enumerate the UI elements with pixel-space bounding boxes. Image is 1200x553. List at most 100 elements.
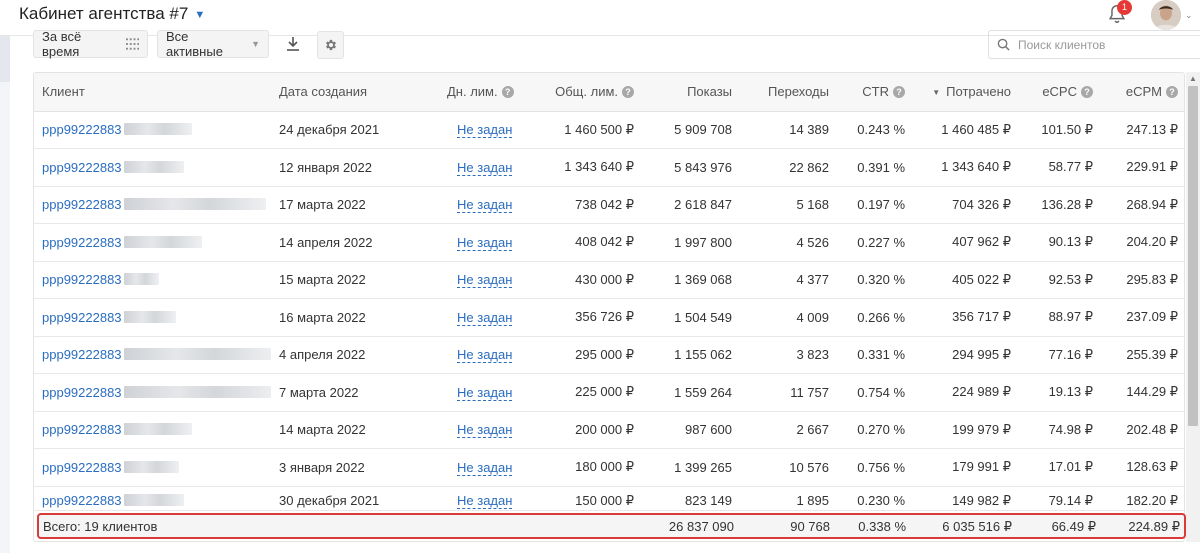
cell-value: 0.756 %	[857, 459, 905, 475]
cell-value: 1 343 640 ₽	[564, 159, 634, 175]
cell-value: 14 апреля 2022	[279, 234, 373, 250]
table-row[interactable]: ppp99222883 15 марта 2022 Не задан 430 000 …	[34, 261, 1184, 299]
col-clicks[interactable]: Переходы	[740, 73, 837, 112]
cell-value: 225 000 ₽	[575, 384, 634, 400]
redacted-client-name	[123, 123, 192, 136]
client-link[interactable]: ppp99222883	[42, 197, 122, 212]
table-row[interactable]: ppp99222883 7 марта 2022 Не задан 225 000 ₽…	[34, 373, 1184, 412]
daily-limit-link[interactable]: Не задан	[457, 272, 513, 289]
client-link[interactable]: ppp99222883	[42, 122, 122, 137]
client-link[interactable]: ppp99222883	[42, 310, 122, 325]
table-row[interactable]: ppp99222883 14 апреля 2022 Не задан 408 042…	[34, 223, 1184, 262]
client-link[interactable]: ppp99222883	[42, 272, 122, 287]
table-row[interactable]: ppp99222883 12 января 2022 Не задан 1 343 6…	[34, 148, 1184, 187]
cell-ctr: 0.754 %	[837, 373, 913, 412]
col-daily-limit[interactable]: Дн. лим.?	[439, 73, 519, 112]
cell-value: 405 022 ₽	[952, 271, 1011, 287]
client-link[interactable]: ppp99222883	[42, 385, 122, 400]
period-button[interactable]: За всё время	[33, 29, 148, 59]
cell-value: 149 982 ₽	[952, 492, 1011, 508]
daily-limit-link[interactable]: Не задан	[457, 122, 513, 139]
daily-limit-link[interactable]: Не задан	[457, 309, 513, 326]
status-filter-select[interactable]: Все активные ▼	[157, 29, 269, 59]
table-scrollbar[interactable]: ▲	[1186, 72, 1200, 542]
cell-client: ppp99222883	[34, 373, 271, 412]
cell-spent: 179 991 ₽	[913, 448, 1019, 487]
help-icon[interactable]: ?	[1166, 86, 1178, 99]
toolbar: За всё время Все активные ▼	[0, 29, 1200, 60]
cell-value: 0.230 %	[857, 492, 905, 508]
col-ecpc[interactable]: eCPC?	[1019, 73, 1101, 112]
cell-ecpc: 92.53 ₽	[1019, 261, 1101, 299]
col-created[interactable]: Дата создания	[271, 73, 439, 112]
download-button[interactable]	[279, 30, 307, 58]
daily-limit-link[interactable]: Не задан	[457, 159, 513, 176]
col-ctr[interactable]: CTR?	[837, 73, 913, 112]
help-icon[interactable]: ?	[893, 86, 905, 99]
table-row[interactable]: ppp99222883 30 декабря 2021 Не задан 150 00…	[34, 486, 1184, 511]
cell-value: 14 389	[789, 122, 829, 138]
daily-limit-link[interactable]: Не задан	[457, 384, 513, 401]
scroll-up-icon[interactable]: ▲	[1189, 74, 1197, 83]
client-link[interactable]: ppp99222883	[42, 422, 122, 437]
table-row[interactable]: ppp99222883 14 марта 2022 Не задан 200 000 …	[34, 411, 1184, 449]
cell-value: 5 168	[796, 197, 829, 213]
search-input[interactable]	[1018, 37, 1188, 52]
settings-button[interactable]	[317, 31, 344, 59]
redacted-client-name	[123, 235, 202, 248]
cell-ctr: 0.270 %	[837, 411, 913, 449]
cell-value: 0.227 %	[857, 234, 905, 250]
cell-spent: 704 326 ₽	[913, 186, 1019, 224]
client-link[interactable]: ppp99222883	[42, 235, 122, 250]
notifications-button[interactable]: 1	[1106, 0, 1132, 27]
cabinet-selector[interactable]: Кабинет агентства #7 ▼	[19, 4, 205, 24]
col-spent[interactable]: ▼ Потрачено	[913, 73, 1019, 112]
cell-total-limit: 408 042 ₽	[519, 223, 642, 262]
table-row[interactable]: ppp99222883 17 марта 2022 Не задан 738 042 …	[34, 186, 1184, 224]
table-row[interactable]: ppp99222883 4 апреля 2022 Не задан 295 000 …	[34, 336, 1184, 374]
table-row[interactable]: ppp99222883 24 декабря 2021 Не задан 1 460 …	[34, 111, 1184, 149]
cell-daily-limit: Не задан	[439, 411, 519, 449]
cell-total-limit: 295 000 ₽	[519, 336, 642, 374]
table-row[interactable]: ppp99222883 16 марта 2022 Не задан 356 726 …	[34, 298, 1184, 337]
cell-spent: 1 460 485 ₽	[913, 111, 1019, 149]
daily-limit-link[interactable]: Не задан	[457, 422, 513, 439]
cell-value: 10 576	[789, 459, 829, 475]
totals-impressions: 26 837 090	[668, 519, 734, 534]
col-client[interactable]: Клиент	[34, 73, 271, 112]
cell-value: 182.20 ₽	[1126, 492, 1178, 508]
search-icon	[997, 38, 1010, 51]
scrollbar-thumb[interactable]	[1188, 86, 1198, 426]
help-icon[interactable]: ?	[1081, 86, 1093, 99]
redacted-client-name	[123, 460, 179, 473]
daily-limit-link[interactable]: Не задан	[457, 234, 513, 251]
client-link[interactable]: ppp99222883	[42, 347, 122, 362]
daily-limit-link[interactable]: Не задан	[457, 197, 513, 214]
chevron-down-icon[interactable]: ⌄	[1185, 10, 1193, 21]
help-icon[interactable]: ?	[501, 86, 514, 99]
cell-value: 4 526	[796, 234, 829, 250]
cell-client: ppp99222883	[34, 486, 271, 511]
cell-ecpm: 295.83 ₽	[1101, 261, 1184, 299]
client-link[interactable]: ppp99222883	[42, 493, 122, 508]
cell-client: ppp99222883	[34, 261, 271, 299]
daily-limit-link[interactable]: Не задан	[457, 492, 513, 509]
cell-daily-limit: Не задан	[439, 298, 519, 337]
help-icon[interactable]: ?	[622, 86, 634, 99]
col-impressions[interactable]: Показы	[642, 73, 740, 112]
daily-limit-link[interactable]: Не задан	[457, 459, 513, 476]
client-link[interactable]: ppp99222883	[42, 160, 122, 175]
cell-value: 77.16 ₽	[1048, 346, 1093, 362]
cell-ctr: 0.266 %	[837, 298, 913, 337]
client-link[interactable]: ppp99222883	[42, 460, 122, 475]
daily-limit-link[interactable]: Не задан	[457, 347, 513, 364]
cell-value: 4 377	[796, 272, 829, 288]
avatar[interactable]	[1151, 0, 1181, 30]
table-row[interactable]: ppp99222883 3 января 2022 Не задан 180 000 …	[34, 448, 1184, 487]
client-search[interactable]	[988, 30, 1200, 59]
cell-daily-limit: Не задан	[439, 373, 519, 412]
cell-value: 199 979 ₽	[952, 421, 1011, 437]
col-total-limit[interactable]: Общ. лим.?	[519, 73, 642, 112]
col-ecpm[interactable]: eCPM?	[1101, 73, 1184, 112]
cell-clicks: 5 168	[740, 186, 837, 224]
